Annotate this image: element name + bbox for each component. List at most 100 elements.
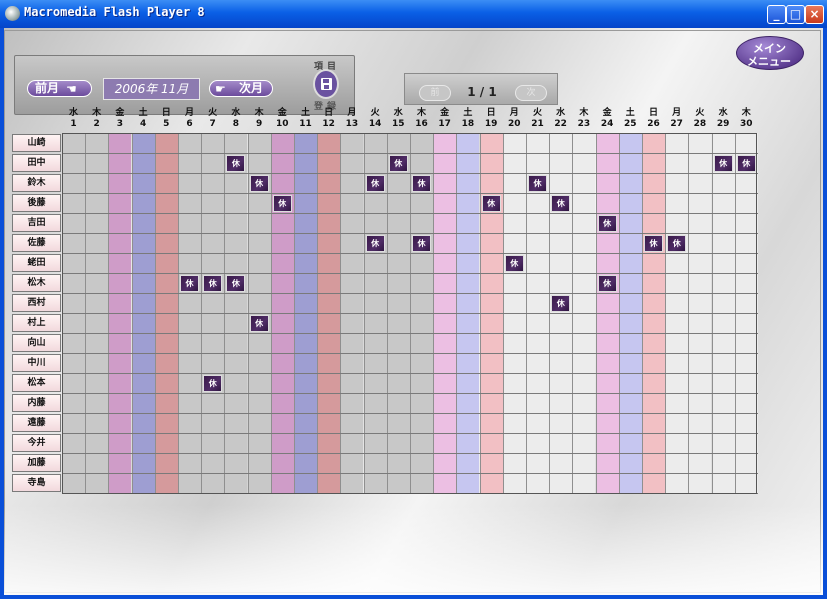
employee-name[interactable]: 吉田	[12, 214, 61, 232]
employee-name[interactable]: 蛯田	[12, 254, 61, 272]
day-header: 土 18	[456, 108, 479, 133]
employee-name[interactable]: 村上	[12, 314, 61, 332]
day-number: 7	[209, 119, 216, 129]
day-header: 日 12	[317, 108, 340, 133]
day-header: 土 25	[619, 108, 642, 133]
page-navigation-panel: 前 1 / 1 次	[404, 73, 558, 105]
weekday-label: 木	[741, 108, 751, 118]
employee-name[interactable]: 遠藤	[12, 414, 61, 432]
weekday-label: 水	[718, 108, 728, 118]
register-items-button[interactable]	[313, 69, 339, 99]
weekday-label: 日	[486, 108, 496, 118]
employee-name[interactable]: 山崎	[12, 134, 61, 152]
day-header: 月6	[178, 108, 201, 133]
day-number: 16	[415, 119, 428, 129]
leave-marker[interactable]: 休	[736, 155, 756, 172]
day-header: 土 11	[294, 108, 317, 133]
leave-marker[interactable]: 休	[597, 215, 617, 232]
leave-marker[interactable]: 休	[365, 235, 385, 252]
minimize-button[interactable]: _	[767, 5, 786, 24]
employee-name[interactable]: 松本	[12, 374, 61, 392]
day-header: 水 22	[549, 108, 572, 133]
weekday-label: 日	[324, 108, 334, 118]
day-header: 金 10	[271, 108, 294, 133]
employee-name[interactable]: 加藤	[12, 454, 61, 472]
weekday-label: 月	[672, 108, 682, 118]
day-header: 火7	[201, 108, 224, 133]
leave-marker[interactable]: 休	[226, 275, 246, 292]
weekday-label: 水	[393, 108, 403, 118]
page-indicator: 1 / 1	[467, 85, 497, 99]
day-number: 1	[70, 119, 77, 129]
grid-hline	[62, 393, 758, 394]
day-header: 金3	[108, 108, 131, 133]
employee-name[interactable]: 田中	[12, 154, 61, 172]
leave-marker[interactable]: 休	[504, 255, 524, 272]
day-number: 13	[345, 119, 359, 129]
pointing-hand-left-icon: ☚	[66, 82, 77, 96]
employee-name[interactable]: 西村	[12, 294, 61, 312]
leave-marker[interactable]: 休	[667, 235, 687, 252]
day-header: 水 15	[387, 108, 410, 133]
employee-name[interactable]: 中川	[12, 354, 61, 372]
main-menu-label-line2: メニュー	[747, 55, 791, 68]
day-number: 30	[740, 119, 753, 129]
weekday-label: 土	[463, 108, 473, 118]
page-next-button[interactable]: 次	[515, 85, 547, 101]
leave-marker[interactable]: 休	[412, 175, 431, 192]
title-bar[interactable]: Macromedia Flash Player 8 _ □ ×	[0, 0, 827, 28]
main-menu-button[interactable]: メイン メニュー	[736, 36, 804, 70]
employee-name[interactable]: 向山	[12, 334, 61, 352]
leave-marker[interactable]: 休	[272, 195, 292, 212]
employee-name[interactable]: 鈴木	[12, 174, 61, 192]
day-number: 26	[647, 119, 660, 129]
month-navigation-panel: 前月 ☚ 2006年 11月 ☛ 次月 項目 登録	[14, 55, 355, 115]
day-header: 日5	[155, 108, 178, 133]
day-number: 25	[624, 119, 637, 129]
day-number: 17	[438, 119, 451, 129]
leave-marker[interactable]: 休	[412, 235, 431, 252]
prev-month-button[interactable]: 前月 ☚	[27, 80, 92, 97]
close-button[interactable]: ×	[805, 5, 824, 24]
weekday-label: 金	[277, 108, 287, 118]
leave-marker[interactable]: 休	[203, 275, 223, 292]
employee-name[interactable]: 今井	[12, 434, 61, 452]
grid-hline	[62, 293, 758, 294]
weekday-label: 月	[509, 108, 519, 118]
leave-marker[interactable]: 休	[226, 155, 246, 172]
maximize-button[interactable]: □	[786, 5, 805, 24]
leave-marker[interactable]: 休	[249, 315, 269, 332]
leave-marker[interactable]: 休	[388, 155, 408, 172]
leave-marker[interactable]: 休	[551, 195, 571, 212]
leave-marker[interactable]: 休	[249, 175, 269, 192]
weekday-label: 土	[300, 108, 310, 118]
grid-hline	[62, 373, 758, 374]
grid-hline	[62, 153, 758, 154]
employee-name[interactable]: 後藤	[12, 194, 61, 212]
grid-hline	[62, 493, 758, 494]
employee-name[interactable]: 寺島	[12, 474, 61, 492]
grid-hline	[62, 433, 758, 434]
leave-marker[interactable]: 休	[203, 375, 223, 392]
leave-marker[interactable]: 休	[551, 295, 571, 312]
leave-marker[interactable]: 休	[528, 175, 547, 192]
weekday-label: 金	[440, 108, 450, 118]
weekday-label: 日	[161, 108, 171, 118]
grid-hline	[62, 313, 758, 314]
leave-marker[interactable]: 休	[180, 275, 199, 292]
employee-name[interactable]: 佐藤	[12, 234, 61, 252]
day-number: 24	[600, 119, 614, 129]
floppy-disk-icon	[321, 78, 332, 90]
next-month-button[interactable]: ☛ 次月	[209, 80, 273, 97]
leave-marker[interactable]: 休	[597, 275, 617, 292]
employee-name[interactable]: 松木	[12, 274, 61, 292]
day-header: 日 19	[480, 108, 503, 133]
employee-name[interactable]: 内藤	[12, 394, 61, 412]
weekday-label: 火	[695, 108, 705, 118]
weekday-label: 火	[208, 108, 218, 118]
page-prev-button[interactable]: 前	[419, 85, 451, 101]
leave-marker[interactable]: 休	[481, 195, 501, 212]
leave-marker[interactable]: 休	[713, 155, 733, 172]
leave-marker[interactable]: 休	[644, 235, 663, 252]
leave-marker[interactable]: 休	[365, 175, 385, 192]
